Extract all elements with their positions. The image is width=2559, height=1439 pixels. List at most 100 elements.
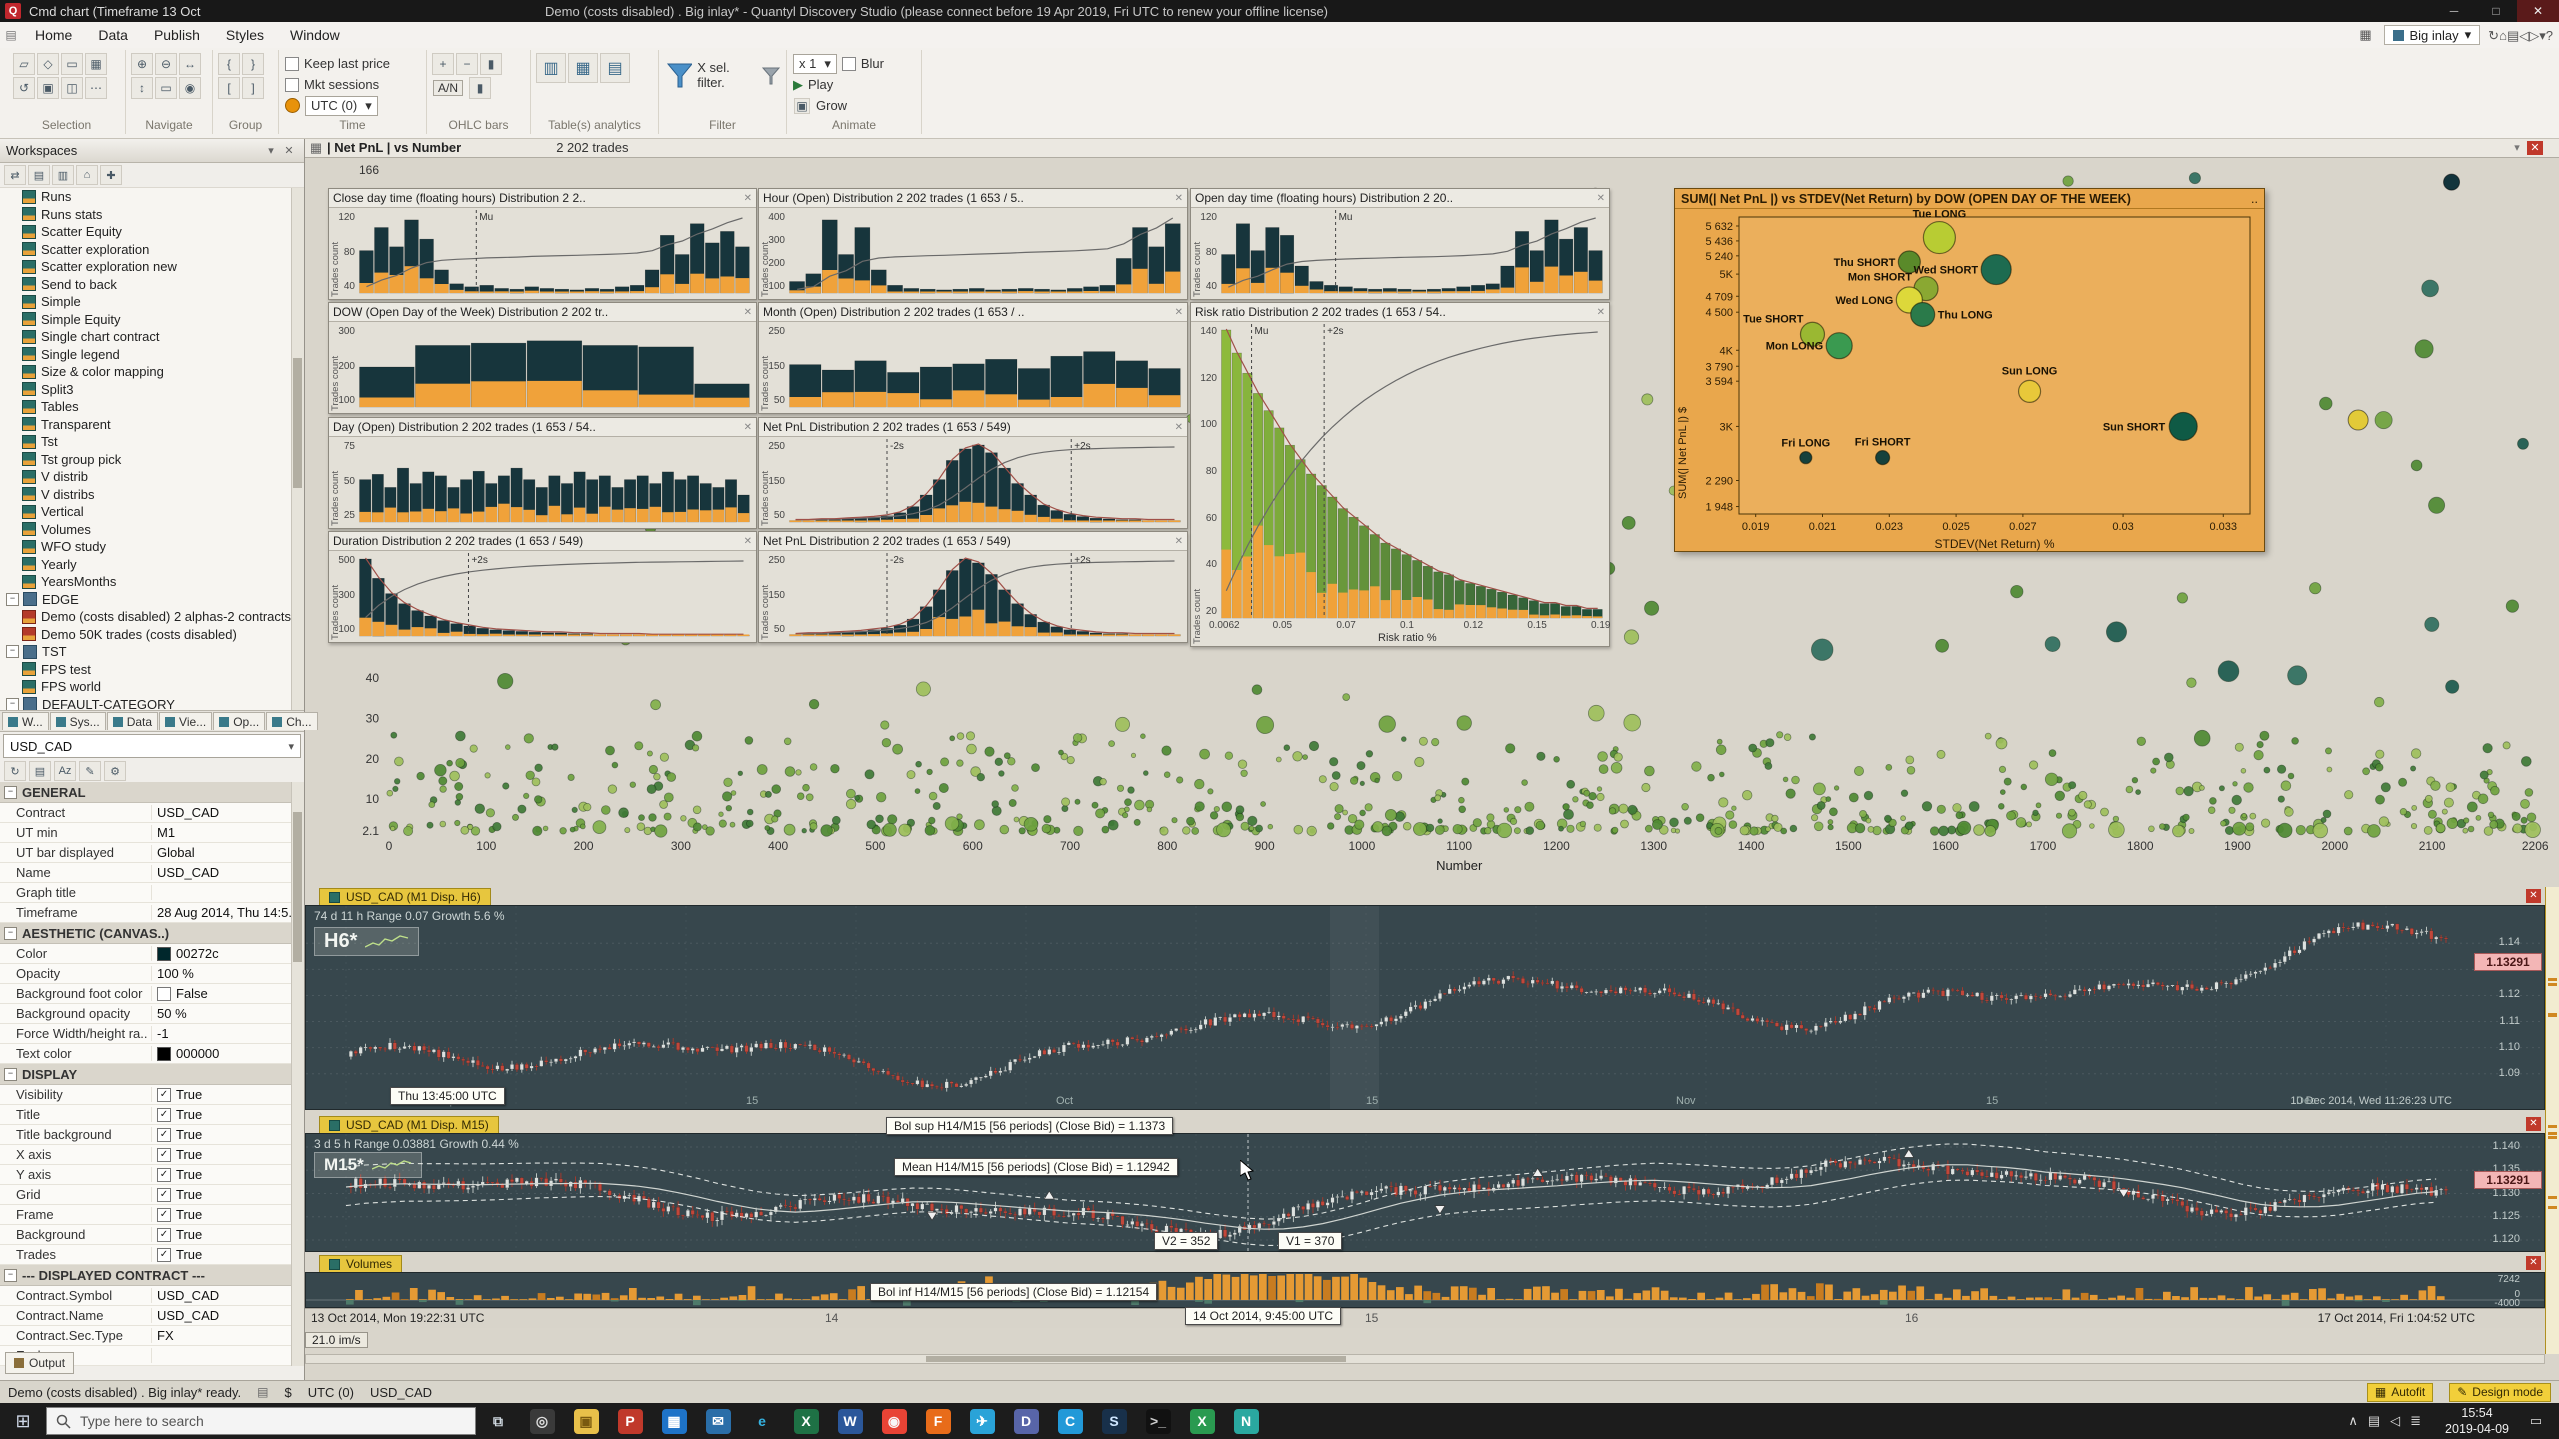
- layout-icon[interactable]: ▦: [2356, 27, 2376, 43]
- search-input[interactable]: Type here to search: [46, 1407, 476, 1435]
- property-row[interactable]: Graph title: [0, 883, 304, 903]
- an-toggle[interactable]: A/N: [433, 80, 463, 96]
- property-value[interactable]: ✓True: [152, 1247, 304, 1262]
- tables-icon[interactable]: ▥: [536, 53, 566, 83]
- file-explorer-icon[interactable]: ▣: [564, 1403, 608, 1439]
- properties-toolbar-icon[interactable]: ✎: [79, 761, 101, 781]
- close-icon[interactable]: ✕: [1597, 193, 1605, 204]
- property-row[interactable]: Title background✓True: [0, 1125, 304, 1145]
- telegram-icon[interactable]: ✈: [960, 1403, 1004, 1439]
- property-value[interactable]: 00272c: [152, 946, 304, 961]
- menu-item-publish[interactable]: Publish: [141, 24, 213, 46]
- funnel-small-icon[interactable]: [760, 65, 780, 87]
- mail-icon[interactable]: ✉: [696, 1403, 740, 1439]
- h6-candle-chart[interactable]: 74 d 11 h Range 0.07 Growth 5.6 % H6* 1.…: [305, 905, 2545, 1110]
- funnel-icon[interactable]: [665, 61, 692, 91]
- property-section[interactable]: −DISPLAY: [0, 1064, 304, 1085]
- expander-icon[interactable]: −: [4, 1269, 17, 1282]
- group-icon[interactable]: {: [218, 53, 240, 75]
- property-value[interactable]: ✓True: [152, 1147, 304, 1162]
- property-section[interactable]: −GENERAL: [0, 782, 304, 803]
- toolbar-icon[interactable]: ▷: [2529, 28, 2539, 43]
- property-value[interactable]: ✓True: [152, 1167, 304, 1182]
- workspace-group[interactable]: −TST: [0, 643, 304, 661]
- m15-candle-chart[interactable]: 3 d 5 h Range 0.03881 Growth 0.44 % M15*…: [305, 1133, 2545, 1252]
- camera-icon[interactable]: ◎: [520, 1403, 564, 1439]
- property-row[interactable]: Force Width/height ra..-1: [0, 1024, 304, 1044]
- dist-panel-risk-ratio[interactable]: Risk ratio Distribution 2 202 trades (1 …: [1190, 302, 1610, 647]
- checkbox-icon[interactable]: ✓: [157, 1208, 171, 1222]
- workspace-item[interactable]: Send to back: [0, 276, 304, 294]
- dist-panel-day-open[interactable]: Day (Open) Distribution 2 202 trades (1 …: [328, 417, 757, 529]
- workspace-item[interactable]: V distribs: [0, 486, 304, 504]
- ohlc-icon[interactable]: ▮: [480, 53, 502, 75]
- property-row[interactable]: UT bar displayedGlobal: [0, 843, 304, 863]
- property-value[interactable]: USD_CAD: [152, 1288, 304, 1303]
- workspaces-toolbar-icon[interactable]: ✚: [100, 165, 122, 185]
- property-value[interactable]: ✓True: [152, 1087, 304, 1102]
- workspace-group[interactable]: −EDGE: [0, 591, 304, 609]
- expander-icon[interactable]: −: [6, 698, 19, 710]
- speed-select[interactable]: x 1 ▾: [793, 54, 837, 74]
- dist-panel-close-day-time[interactable]: Close day time (floating hours) Distribu…: [328, 188, 757, 300]
- property-row[interactable]: NameUSD_CAD: [0, 863, 304, 883]
- properties-toolbar-icon[interactable]: Az: [54, 761, 76, 781]
- close-icon[interactable]: ✕: [744, 193, 752, 204]
- group-icon[interactable]: }: [242, 53, 264, 75]
- play-icon[interactable]: ▶: [793, 77, 803, 93]
- menu-item-home[interactable]: Home: [22, 24, 85, 46]
- property-row[interactable]: Contract.Sec.TypeFX: [0, 1326, 304, 1346]
- workspace-item[interactable]: YearsMonths: [0, 573, 304, 591]
- workspace-item[interactable]: Scatter Equity: [0, 223, 304, 241]
- expander-icon[interactable]: −: [6, 593, 19, 606]
- checkbox-icon[interactable]: ✓: [157, 1088, 171, 1102]
- property-row[interactable]: Trades✓True: [0, 1245, 304, 1265]
- navigate-icon[interactable]: ▭: [155, 77, 177, 99]
- maximize-button[interactable]: □: [2475, 0, 2517, 22]
- property-value[interactable]: USD_CAD: [152, 805, 304, 820]
- menu-pin-icon[interactable]: ▤: [0, 28, 22, 42]
- notes-icon[interactable]: N: [1224, 1403, 1268, 1439]
- property-section[interactable]: −--- DISPLAYED CONTRACT ---: [0, 1265, 304, 1286]
- checkbox-icon[interactable]: ✓: [157, 1128, 171, 1142]
- menu-item-data[interactable]: Data: [85, 24, 141, 46]
- property-row[interactable]: Background opacity50 %: [0, 1004, 304, 1024]
- toolbar-icon[interactable]: ◁: [2519, 28, 2529, 43]
- checkbox-icon[interactable]: ✓: [157, 1168, 171, 1182]
- property-value[interactable]: ✓True: [152, 1227, 304, 1242]
- checkbox-icon[interactable]: [157, 987, 171, 1001]
- horizontal-scrollbar[interactable]: [305, 1354, 2545, 1364]
- workspace-item[interactable]: Tst: [0, 433, 304, 451]
- workspace-item[interactable]: Transparent: [0, 416, 304, 434]
- properties-toolbar-icon[interactable]: ⚙: [104, 761, 126, 781]
- workspace-item[interactable]: WFO study: [0, 538, 304, 556]
- dist-panel-duration[interactable]: Duration Distribution 2 202 trades (1 65…: [328, 531, 757, 643]
- property-row[interactable]: Y axis✓True: [0, 1165, 304, 1185]
- selection-icon[interactable]: ▦: [85, 53, 107, 75]
- blur-checkbox[interactable]: [842, 57, 856, 71]
- pin-icon[interactable]: ▾: [2507, 141, 2527, 154]
- selection-icon[interactable]: ↺: [13, 77, 35, 99]
- toolbar-icon[interactable]: ?: [2546, 28, 2553, 43]
- keep-last-price-checkbox[interactable]: [285, 57, 299, 71]
- tables-icon[interactable]: ▤: [600, 53, 630, 83]
- ohlc-icon[interactable]: +: [432, 53, 454, 75]
- action-center-icon[interactable]: ▭: [2523, 1413, 2549, 1429]
- close-icon[interactable]: ✕: [744, 536, 752, 547]
- expander-icon[interactable]: −: [6, 645, 19, 658]
- group-icon[interactable]: ]: [242, 77, 264, 99]
- property-value[interactable]: FX: [152, 1328, 304, 1343]
- property-row[interactable]: Frame✓True: [0, 1205, 304, 1225]
- workspace-group[interactable]: −DEFAULT-CATEGORY: [0, 696, 304, 711]
- property-row[interactable]: X axis✓True: [0, 1145, 304, 1165]
- sidebar-tab-3[interactable]: Data: [107, 712, 158, 730]
- close-icon[interactable]: ✕: [2526, 1256, 2541, 1270]
- sidebar-tab-6[interactable]: Ch...: [266, 712, 317, 730]
- expander-icon[interactable]: −: [4, 927, 17, 940]
- tables-icon[interactable]: ▦: [568, 53, 598, 83]
- close-icon[interactable]: ✕: [1597, 307, 1605, 318]
- close-icon[interactable]: ✕: [744, 422, 752, 433]
- workspace-item[interactable]: Single chart contract: [0, 328, 304, 346]
- dist-panel-hour-open[interactable]: Hour (Open) Distribution 2 202 trades (1…: [758, 188, 1188, 300]
- expander-icon[interactable]: −: [4, 1068, 17, 1081]
